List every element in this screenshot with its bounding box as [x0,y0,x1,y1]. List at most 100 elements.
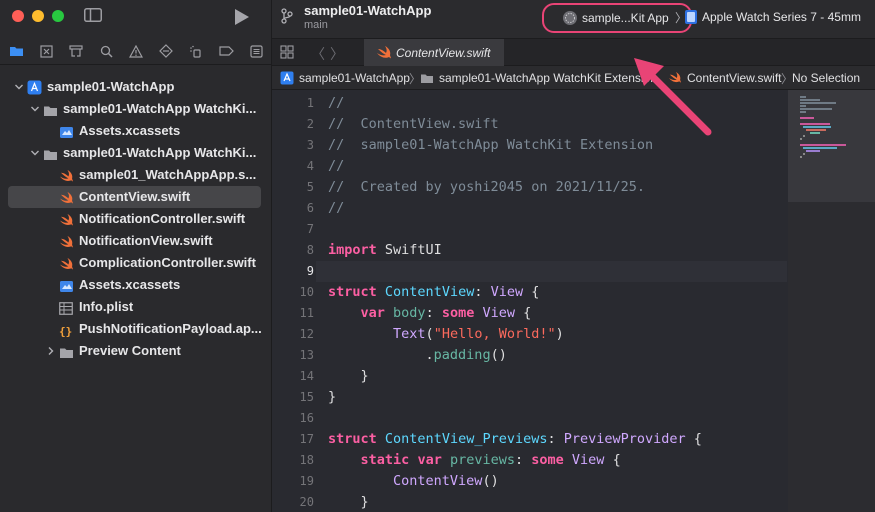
code-token: Text [393,326,426,342]
minimap[interactable] [788,90,875,512]
editor-area: sample01-WatchApp main sample...Kit App … [272,0,875,512]
navigator-tabs [0,40,271,62]
code-line[interactable]: .padding() [328,345,507,366]
zoom-button[interactable] [52,10,64,22]
minimap-line [800,105,806,107]
tree-item-label: sample01-WatchApp WatchKi... [63,145,257,160]
watch-device-icon [685,10,697,24]
tab-bar: 〈 〉 ContentView.swift [272,38,875,66]
jump-bar-symbol[interactable]: No Selection [792,66,860,90]
code-line[interactable]: // [328,93,344,114]
tab-contentview[interactable]: ContentView.swift [364,39,504,66]
minimap-line [800,156,802,158]
back-arrow-icon[interactable]: 〈 [311,44,325,64]
test-navigator-tab[interactable] [151,40,181,62]
breakpoint-navigator-tab[interactable] [211,40,241,62]
scheme-label: sample...Kit App [582,11,669,25]
issue-navigator-tab[interactable] [121,40,151,62]
jump-bar-group[interactable]: sample01-WatchApp WatchKit Extension [420,66,657,90]
code-line[interactable]: // sample01-WatchApp WatchKit Extension [328,135,653,156]
tree-item[interactable]: sample01-WatchApp WatchKi... [0,98,271,120]
jump-bar-project[interactable]: sample01-WatchApp [280,66,410,90]
tree-item[interactable]: NotificationController.swift [0,208,271,230]
json-icon: {} [59,322,74,338]
svg-text:{}: {} [59,325,72,337]
tree-item[interactable]: ContentView.swift [8,186,261,208]
tree-item[interactable]: sample01-WatchApp WatchKi... [0,142,271,164]
code-token: ContentView [384,284,475,300]
code-line[interactable]: Text("Hello, World!") [328,324,564,345]
code-line[interactable]: struct ContentView: View { [328,282,539,303]
tree-item[interactable]: sample01_WatchAppApp.s... [0,164,271,186]
code-token: : [547,431,564,447]
tree-item[interactable]: Info.plist [0,296,271,318]
report-navigator-tab[interactable] [241,40,271,62]
forward-arrow-icon[interactable]: 〉 [330,44,344,64]
minimize-button[interactable] [32,10,44,22]
folder-icon [59,344,74,358]
code-line[interactable]: struct ContentView_Previews: PreviewProv… [328,429,702,450]
tree-item-label: sample01-WatchApp WatchKi... [63,101,257,116]
code-token: var [417,452,442,468]
chevron-down-icon[interactable] [30,98,42,120]
tab-label: ContentView.swift [396,45,491,60]
debug-navigator-tab[interactable] [181,40,211,62]
code-token: "Hello, World!" [433,326,556,342]
code-line[interactable]: // Created by yoshi2045 on 2021/11/25. [328,177,645,198]
chevron-down-icon[interactable] [30,142,42,164]
current-line-highlight [316,261,787,282]
jump-bar-file-label: ContentView.swift [687,71,782,85]
tree-item[interactable]: {} PushNotificationPayload.ap... [0,318,271,340]
tree-item[interactable]: NotificationView.swift [0,230,271,252]
minimap-line [803,126,831,128]
code-line[interactable]: import SwiftUI [328,240,442,261]
code-token: struct [328,431,377,447]
find-navigator-tab[interactable] [91,40,121,62]
grid-icon[interactable] [280,45,294,59]
chevron-down-icon[interactable] [14,76,26,98]
code-line[interactable]: // [328,156,344,177]
line-number: 14 [299,369,314,383]
project-title[interactable]: sample01-WatchApp [304,3,431,18]
project-navigator-tab[interactable] [1,40,31,62]
scheme-selector[interactable]: sample...Kit App [562,9,669,27]
run-destination-selector[interactable]: Apple Watch Series 7 - 45mm [684,9,861,25]
tree-item-label: ContentView.swift [79,189,191,204]
tag-icon [218,46,234,56]
tree-item-label: Preview Content [79,343,181,358]
folder-icon [421,74,433,83]
sidebar-toggle-icon[interactable] [84,8,102,22]
minimap-line [803,147,837,149]
source-editor[interactable]: 1 2 3 4 5 6 7 8 9 10 11 12 13 14 15 16 17 18 19 20 //// Con… [272,90,875,512]
run-icon[interactable] [234,8,250,26]
tree-item[interactable]: Assets.xcassets [0,120,271,142]
code-line[interactable]: } [328,492,369,512]
chevron-right-icon[interactable] [46,340,58,362]
tree-item[interactable]: ComplicationController.swift [0,252,271,274]
tree-item[interactable]: Preview Content [0,340,271,362]
search-icon [100,45,113,58]
code-line[interactable]: var body: some View { [328,303,532,324]
code-line[interactable]: ContentView() [328,471,499,492]
code-line[interactable]: // ContentView.swift [328,114,499,135]
branch-name[interactable]: main [304,19,328,31]
line-number: 4 [306,159,314,173]
source-control-navigator-tab[interactable] [31,40,61,62]
minimap-line [810,132,820,134]
close-button[interactable] [12,10,24,22]
code-token: var [360,305,385,321]
code-token: View [490,284,524,300]
code-line[interactable]: } [328,387,336,408]
tree-item[interactable]: sample01-WatchApp [0,76,271,98]
tree-item[interactable]: Assets.xcassets [0,274,271,296]
code-line[interactable]: // [328,198,344,219]
code-line[interactable]: } [328,366,369,387]
code-line[interactable]: static var previews: some View { [328,450,621,471]
code-token: { [604,452,621,468]
jump-bar-file[interactable]: ContentView.swift [668,66,782,90]
symbol-navigator-tab[interactable] [61,40,91,62]
